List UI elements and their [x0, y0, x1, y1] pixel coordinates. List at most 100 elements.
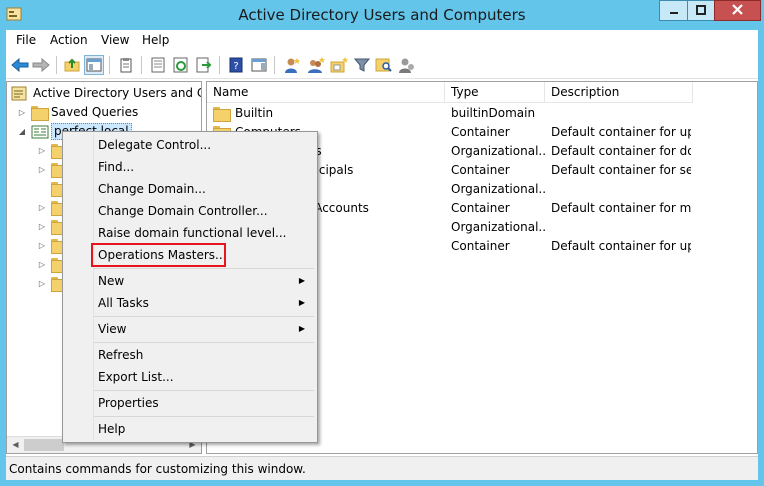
item-type: builtinDomain — [451, 106, 536, 120]
new-ou-button[interactable] — [329, 55, 349, 75]
collapse-arrow-icon[interactable]: ◢ — [17, 122, 27, 141]
help-book-icon: ? — [229, 57, 243, 73]
column-header-type[interactable]: Type — [445, 82, 545, 103]
item-description: Default container for sec... — [551, 163, 691, 177]
new-group-icon — [308, 57, 325, 73]
expand-arrow-icon[interactable]: ▷ — [37, 141, 47, 160]
tree-item-label: Saved Queries — [51, 105, 139, 119]
minimize-button[interactable] — [659, 0, 687, 21]
new-ou-icon — [330, 57, 348, 73]
action-pane-button[interactable] — [249, 55, 269, 75]
refresh-button[interactable] — [171, 55, 191, 75]
submenu-arrow-icon: ▶ — [298, 298, 305, 307]
new-user-button[interactable] — [282, 55, 302, 75]
expand-arrow-icon[interactable]: ▷ — [37, 160, 47, 179]
domain-icon — [31, 124, 49, 139]
show-hide-console-tree-button[interactable] — [84, 55, 104, 75]
column-header-description[interactable]: Description — [545, 82, 693, 103]
help-button[interactable]: ? — [226, 55, 246, 75]
item-type: Container — [451, 239, 510, 253]
find-button[interactable] — [374, 55, 394, 75]
svg-text:?: ? — [233, 61, 238, 72]
menu-item-find[interactable]: Find... — [63, 156, 317, 178]
expand-arrow-icon[interactable]: ▷ — [17, 103, 27, 122]
export-icon — [196, 57, 212, 73]
up-folder-icon — [64, 58, 80, 72]
maximize-button[interactable] — [687, 0, 714, 21]
refresh-icon — [173, 57, 188, 73]
menu-action[interactable]: Action — [50, 33, 88, 47]
menu-item-refresh[interactable]: Refresh — [63, 344, 317, 366]
item-name: Builtin — [235, 106, 274, 120]
menu-item-help[interactable]: Help — [63, 418, 317, 440]
highlight-annotation-box — [91, 243, 226, 267]
menu-item-label: All Tasks — [98, 296, 149, 310]
action-pane-icon — [251, 58, 267, 72]
export-list-button[interactable] — [194, 55, 214, 75]
item-description: Default container for up... — [551, 125, 691, 139]
new-group-button[interactable] — [306, 55, 326, 75]
item-type: Organizational... — [451, 220, 545, 234]
menu-item-change-domain-controller[interactable]: Change Domain Controller... — [63, 200, 317, 222]
filter-icon — [354, 58, 370, 72]
title-bar[interactable]: Active Directory Users and Computers — [0, 0, 764, 30]
close-button[interactable] — [714, 0, 761, 21]
list-item[interactable]: Builtin builtinDomain — [207, 104, 757, 123]
console-tree-icon — [86, 58, 102, 72]
close-icon — [732, 3, 743, 18]
back-arrow-icon — [11, 58, 29, 72]
item-type: Organizational... — [451, 182, 545, 196]
maximize-icon — [696, 4, 706, 18]
expand-arrow-icon[interactable]: ▷ — [37, 255, 47, 274]
menu-item-raise-domain-level[interactable]: Raise domain functional level... — [63, 222, 317, 244]
console-root-icon — [11, 86, 27, 101]
minimize-icon — [669, 4, 679, 18]
menu-item-all-tasks[interactable]: All Tasks ▶ — [63, 292, 317, 314]
up-folder-button[interactable] — [62, 55, 82, 75]
menu-item-delegate-control[interactable]: Delegate Control... — [63, 134, 317, 156]
expand-arrow-icon[interactable]: ▷ — [37, 236, 47, 255]
menu-view[interactable]: View — [101, 33, 129, 47]
menu-item-change-domain[interactable]: Change Domain... — [63, 178, 317, 200]
folder-icon — [31, 106, 49, 121]
menu-file[interactable]: File — [16, 33, 36, 47]
clipboard-button[interactable] — [116, 55, 136, 75]
item-type: Container — [451, 163, 510, 177]
toolbar: ? — [6, 51, 758, 79]
item-name: rincipals — [303, 163, 354, 177]
submenu-arrow-icon: ▶ — [298, 324, 305, 333]
expand-arrow-icon[interactable]: ▷ — [37, 198, 47, 217]
submenu-arrow-icon: ▶ — [298, 276, 305, 285]
expand-arrow-icon[interactable]: ▷ — [37, 274, 47, 293]
menu-bar: File Action View Help — [6, 30, 758, 51]
scroll-left-icon[interactable]: ◀ — [7, 437, 24, 453]
item-name: ers — [303, 142, 445, 161]
back-button[interactable] — [10, 55, 30, 75]
item-type: Container — [451, 201, 510, 215]
item-name: e Accounts — [303, 201, 369, 215]
find-icon — [375, 58, 392, 72]
filter-button[interactable] — [352, 55, 372, 75]
menu-item-export-list[interactable]: Export List... — [63, 366, 317, 388]
menu-item-label: View — [98, 322, 127, 336]
scrollbar-thumb[interactable] — [24, 439, 64, 451]
menu-item-label: New — [98, 274, 125, 288]
item-description: Default container for ma... — [551, 201, 691, 215]
column-header-name[interactable]: Name — [207, 82, 445, 103]
app-window: Active Directory Users and Computers Fil… — [0, 0, 764, 486]
forward-arrow-icon — [32, 58, 50, 72]
status-bar: Contains commands for customizing this w… — [6, 456, 758, 480]
menu-item-properties[interactable]: Properties — [63, 392, 317, 414]
new-user-icon — [285, 58, 300, 73]
menu-help[interactable]: Help — [142, 33, 169, 47]
menu-item-view[interactable]: View ▶ — [63, 318, 317, 340]
forward-button[interactable] — [31, 55, 51, 75]
properties-button[interactable] — [148, 55, 168, 75]
window-title: Active Directory Users and Computers — [238, 6, 526, 24]
add-to-group-icon — [399, 58, 414, 73]
tree-root-label: Active Directory Users and Com — [33, 86, 201, 100]
add-to-group-button[interactable] — [397, 55, 417, 75]
expand-arrow-icon[interactable]: ▷ — [37, 217, 47, 236]
menu-item-new[interactable]: New ▶ — [63, 270, 317, 292]
item-type: Container — [451, 125, 510, 139]
